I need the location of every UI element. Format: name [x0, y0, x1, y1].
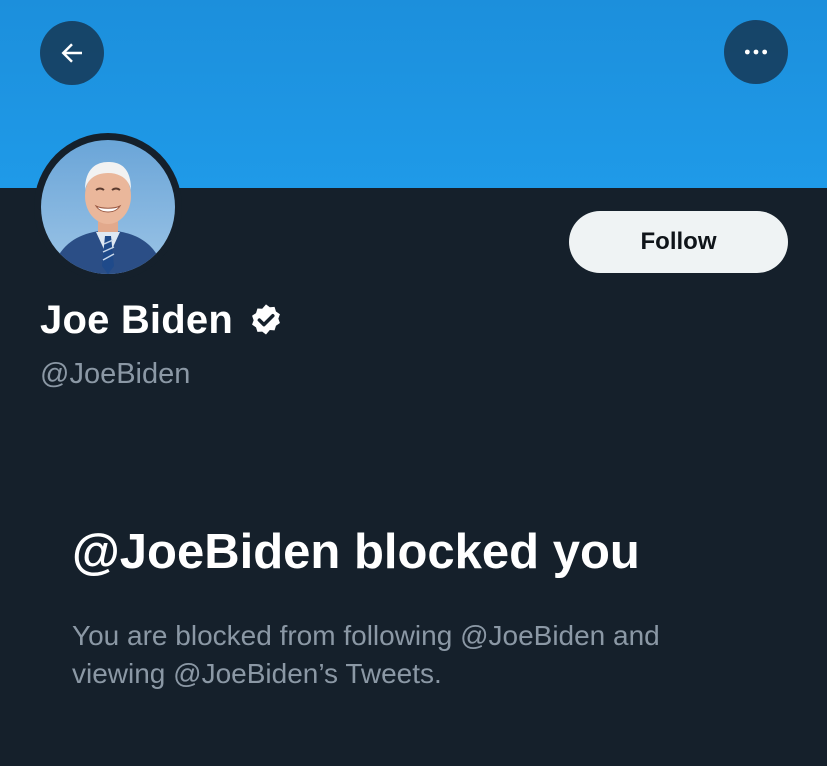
profile-name: Joe Biden [40, 298, 233, 342]
profile-name-row: Joe Biden [40, 298, 285, 343]
avatar[interactable] [34, 133, 182, 281]
blocked-description-line2: viewing @JoeBiden’s Tweets. [72, 658, 442, 689]
follow-button[interactable]: Follow [569, 211, 788, 273]
profile-handle: @JoeBiden [40, 358, 191, 390]
blocked-description-line1: You are blocked from following @JoeBiden… [72, 620, 660, 651]
blocked-description: You are blocked from following @JoeBiden… [72, 617, 772, 693]
avatar-photo [41, 140, 175, 274]
verified-badge-icon [252, 303, 280, 334]
back-button[interactable] [40, 21, 104, 85]
arrow-left-icon [61, 43, 82, 63]
more-options-button[interactable] [724, 20, 788, 84]
blocked-title: @JoeBiden blocked you [72, 525, 640, 579]
more-horizontal-icon [744, 49, 768, 55]
